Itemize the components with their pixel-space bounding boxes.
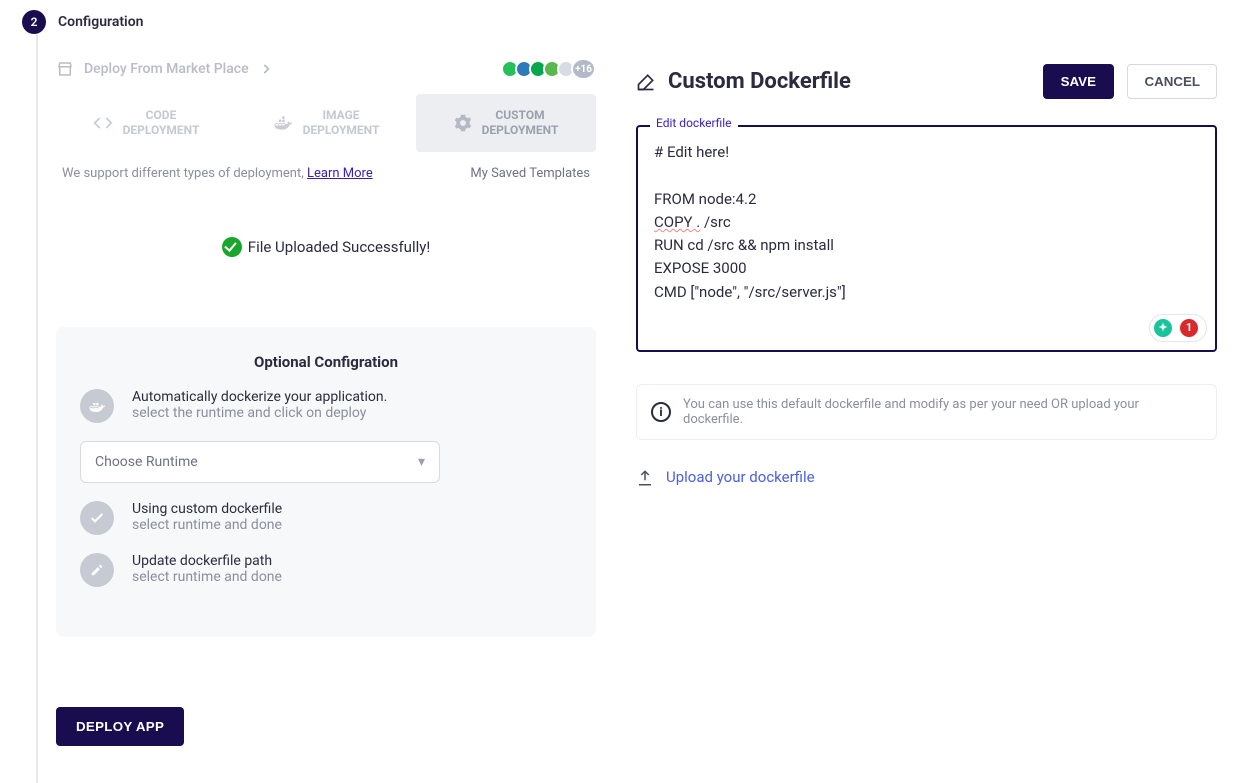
info-box: i You can use this default dockerfile an… — [636, 384, 1217, 440]
marketplace-avatars[interactable]: +16 — [505, 58, 596, 80]
deploy-from-marketplace-label: Deploy From Market Place — [84, 61, 249, 77]
step-number-badge: 2 — [22, 10, 46, 34]
error-count-badge: 1 — [1180, 319, 1198, 337]
custom-dockerfile-title: Using custom dockerfile — [132, 501, 282, 517]
cancel-button[interactable]: CANCEL — [1127, 64, 1217, 99]
tab-custom-label: CUSTOM DEPLOYMENT — [482, 108, 559, 138]
runtime-select-placeholder: Choose Runtime — [95, 454, 198, 470]
upload-status: File Uploaded Successfully! — [56, 237, 596, 257]
tab-code-label: CODE DEPLOYMENT — [123, 108, 200, 138]
optional-config-title: Optional Configration — [80, 353, 572, 371]
upload-icon — [636, 468, 654, 487]
deploy-app-button[interactable]: DEPLOY APP — [56, 707, 184, 746]
docker-icon — [273, 113, 293, 133]
edit-icon — [636, 69, 656, 94]
storefront-icon — [56, 60, 74, 78]
lint-badge[interactable]: ✦ 1 — [1149, 314, 1207, 342]
saved-templates-link[interactable]: My Saved Templates — [470, 166, 590, 181]
gear-icon — [454, 114, 472, 132]
code-icon — [93, 113, 113, 133]
runtime-select[interactable]: Choose Runtime ▾ — [80, 441, 440, 483]
auto-dockerize-title: Automatically dockerize your application… — [132, 389, 387, 405]
marketplace-more-badge: +16 — [571, 58, 596, 80]
pencil-icon — [80, 553, 114, 587]
auto-dockerize-subtitle: select the runtime and click on deploy — [132, 405, 387, 421]
save-button[interactable]: SAVE — [1043, 64, 1114, 99]
tab-custom-deployment[interactable]: CUSTOM DEPLOYMENT — [416, 94, 596, 152]
upload-dockerfile-link[interactable]: Upload your dockerfile — [636, 468, 815, 487]
upload-dockerfile-label: Upload your dockerfile — [666, 468, 815, 486]
dockerfile-editor[interactable]: # Edit here! FROM node:4.2 COPY . /src R… — [636, 125, 1217, 352]
tab-image-label: IMAGE DEPLOYMENT — [303, 108, 380, 138]
info-text: You can use this default dockerfile and … — [683, 397, 1202, 427]
caret-down-icon: ▾ — [418, 454, 425, 470]
step-header: 2 Configuration — [22, 10, 1241, 34]
docker-icon — [80, 389, 114, 423]
custom-dockerfile-heading: Custom Dockerfile — [668, 69, 851, 94]
tab-code-deployment[interactable]: CODE DEPLOYMENT — [56, 94, 236, 152]
check-circle-icon — [222, 237, 242, 257]
update-path-title: Update dockerfile path — [132, 553, 282, 569]
info-icon: i — [651, 402, 671, 422]
support-text: We support different types of deployment… — [62, 166, 373, 181]
check-icon — [80, 501, 114, 535]
optional-config-panel: Optional Configration Automatically dock… — [56, 327, 596, 637]
step-title: Configuration — [58, 14, 143, 30]
editor-label: Edit dockerfile — [650, 116, 738, 130]
update-path-subtitle: select runtime and done — [132, 569, 282, 585]
upload-status-text: File Uploaded Successfully! — [248, 238, 430, 256]
custom-dockerfile-subtitle: select runtime and done — [132, 517, 282, 533]
chevron-right-icon — [259, 61, 273, 77]
learn-more-link[interactable]: Learn More — [307, 166, 373, 181]
tab-image-deployment[interactable]: IMAGE DEPLOYMENT — [236, 94, 416, 152]
deploy-from-marketplace[interactable]: Deploy From Market Place — [56, 60, 273, 78]
bulb-icon: ✦ — [1154, 319, 1172, 337]
